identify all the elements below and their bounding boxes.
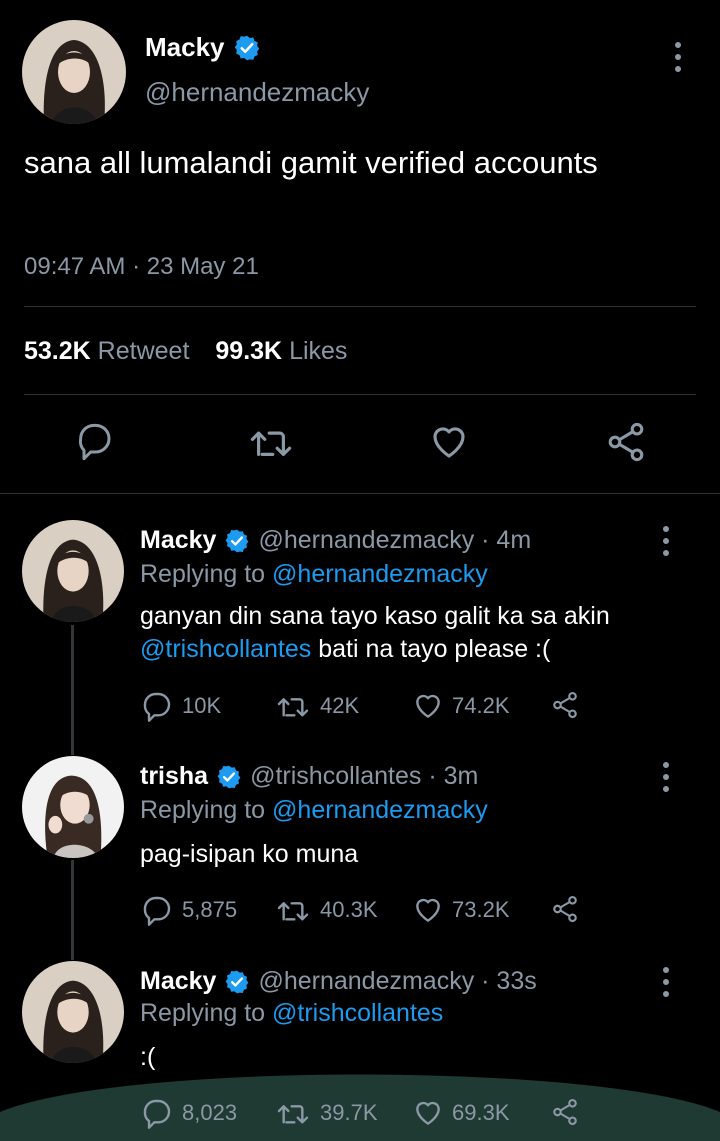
reply-icon <box>143 1099 171 1129</box>
reply-button[interactable]: 10K <box>140 690 221 722</box>
avatar[interactable] <box>22 20 126 124</box>
verified-badge-icon <box>234 35 259 60</box>
share-button[interactable] <box>550 894 580 924</box>
more-options-icon[interactable] <box>661 526 671 556</box>
reply-tweet[interactable]: Macky @hernandezmacky · 4m Replying to @… <box>0 520 720 745</box>
more-options-icon[interactable] <box>673 42 683 72</box>
replying-to: Replying to @hernandezmacky <box>140 796 488 824</box>
retweet-icon[interactable] <box>248 420 294 469</box>
reply-icon <box>143 896 171 926</box>
avatar[interactable] <box>22 756 124 858</box>
reply-actions: 5,875 40.3K 73.2K <box>140 894 600 926</box>
author-name[interactable]: Macky <box>145 32 261 63</box>
share-icon <box>553 895 577 923</box>
mention-link[interactable]: @trishcollantes <box>272 999 443 1027</box>
retweet-icon <box>277 902 309 921</box>
reply-actions: 10K 42K 74.2K <box>140 690 600 722</box>
author-name[interactable]: Macky <box>140 967 216 996</box>
like-icon <box>416 898 440 922</box>
avatar[interactable] <box>22 961 124 1063</box>
share-icon[interactable] <box>604 420 648 469</box>
verified-badge-icon <box>226 529 249 552</box>
retweet-button[interactable]: 40.3K <box>274 894 378 926</box>
reply-button[interactable]: 8,023 <box>140 1097 237 1129</box>
author-handle[interactable]: @hernandezmacky <box>145 77 369 108</box>
tweet-text: pag-isipan ko muna <box>140 840 359 868</box>
reply-header: Macky @hernandezmacky · 33s <box>140 967 537 996</box>
mention-link[interactable]: @trishcollantes <box>140 635 311 663</box>
like-icon <box>416 1101 440 1125</box>
replying-to: Replying to @trishcollantes <box>140 999 444 1027</box>
divider <box>24 394 696 395</box>
replying-to: Replying to @hernandezmacky <box>140 560 488 588</box>
tweet-text: :( <box>140 1043 156 1071</box>
reply-icon[interactable] <box>74 420 114 469</box>
reply-tweet[interactable]: trisha @trishcollantes · 3m Replying to … <box>0 756 720 946</box>
share-button[interactable] <box>550 1097 580 1127</box>
more-options-icon[interactable] <box>661 762 671 792</box>
share-icon <box>553 1098 577 1126</box>
verified-badge-icon <box>217 765 241 788</box>
author-name[interactable]: trisha <box>140 762 208 791</box>
tweet-stats: 53.2K Retweet 99.3K Likes <box>24 337 347 366</box>
divider <box>0 493 720 494</box>
reply-header: Macky @hernandezmacky · 4m <box>140 526 531 555</box>
tweet-text: ganyan din sana tayo kaso galit ka sa ak… <box>140 602 610 663</box>
share-button[interactable] <box>550 690 580 720</box>
reply-button[interactable]: 5,875 <box>140 894 237 926</box>
mention-link[interactable]: @hernandezmacky <box>272 560 488 588</box>
like-icon[interactable] <box>428 420 470 469</box>
author-handle[interactable]: @hernandezmacky · 33s <box>258 967 536 996</box>
mention-link[interactable]: @hernandezmacky <box>272 796 488 824</box>
author-handle[interactable]: @hernandezmacky · 4m <box>258 526 531 555</box>
reply-icon <box>143 692 171 722</box>
retweet-button[interactable]: 42K <box>274 690 359 722</box>
likes-stat[interactable]: 99.3K Likes <box>215 337 347 366</box>
verified-badge-icon <box>226 970 249 993</box>
author-name[interactable]: Macky <box>140 526 216 555</box>
tweet-timestamp[interactable]: 09:47 AM · 23 May 21 <box>24 253 259 281</box>
divider <box>24 306 696 307</box>
retweet-icon <box>277 698 309 717</box>
reply-header: trisha @trishcollantes · 3m <box>140 762 478 791</box>
tweet-text: sana all lumalandi gamit verified accoun… <box>24 145 598 180</box>
retweet-stat[interactable]: 53.2K Retweet <box>24 337 189 366</box>
author-handle[interactable]: @trishcollantes · 3m <box>250 762 478 791</box>
reply-actions: 8,023 39.7K 69.3K <box>140 1097 600 1129</box>
like-button[interactable]: 73.2K <box>412 894 510 926</box>
avatar[interactable] <box>22 520 124 622</box>
retweet-button[interactable]: 39.7K <box>274 1097 378 1129</box>
like-button[interactable]: 74.2K <box>412 690 510 722</box>
like-button[interactable]: 69.3K <box>412 1097 510 1129</box>
share-icon <box>553 691 577 719</box>
like-icon <box>416 694 440 718</box>
retweet-icon <box>277 1105 309 1124</box>
more-options-icon[interactable] <box>661 967 671 997</box>
tweet-actions <box>0 420 720 470</box>
